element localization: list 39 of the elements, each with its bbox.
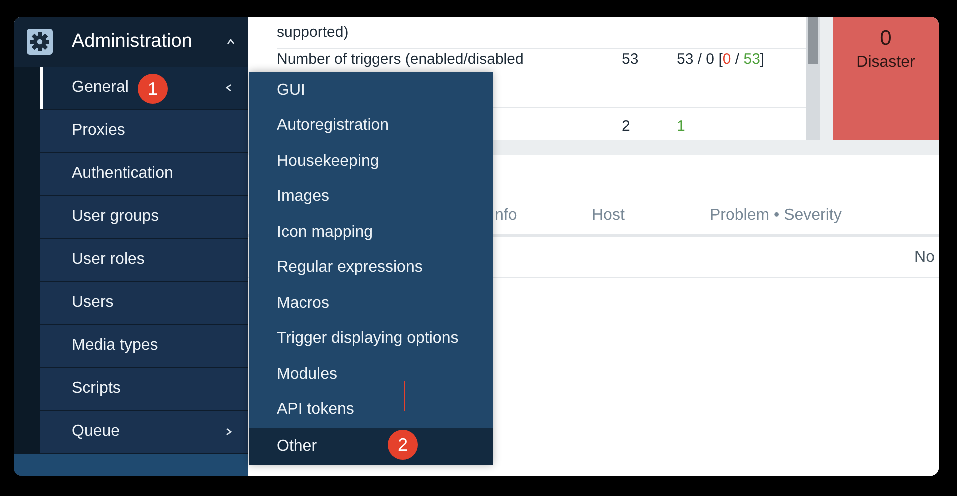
table-cell-text: Number of triggers (enabled/disabled (277, 51, 525, 68)
step-badge: 2 (388, 430, 418, 460)
section-title: Administration (72, 31, 194, 53)
menu-item[interactable]: Proxies (40, 110, 248, 153)
column-header[interactable]: Host (592, 207, 710, 225)
submenu-item[interactable]: Icon mapping (249, 215, 493, 250)
table-cell-text: 53 (622, 51, 640, 68)
submenu-item[interactable]: Regular expressions (249, 250, 493, 286)
menu-item[interactable]: Users (40, 282, 248, 325)
menu-item[interactable]: User groups (40, 196, 248, 239)
section-header[interactable]: Administration (14, 17, 248, 67)
severity-label: Disaster (856, 54, 916, 72)
severity-count: 0 (879, 27, 893, 51)
menu-item[interactable]: Authentication (40, 153, 248, 196)
settings-icon (27, 29, 53, 55)
table-cell-text: supported) (277, 24, 350, 41)
submenu-item[interactable]: Macros (249, 286, 493, 322)
table-cell: 1 (677, 118, 686, 135)
step-badge: 1 (138, 74, 168, 104)
table-message: No (914, 249, 935, 267)
submenu-item[interactable]: Housekeeping (249, 144, 493, 180)
submenu-item[interactable]: Autoregistration (249, 108, 493, 144)
submenu-item[interactable]: GUI (249, 73, 493, 108)
table-cell-text: 2 (622, 118, 632, 135)
menu-item[interactable]: User roles (40, 239, 248, 282)
submenu-item[interactable]: Trigger displaying options (249, 322, 493, 357)
scrollbar-thumb[interactable] (808, 17, 818, 64)
submenu-item[interactable]: Modules (249, 357, 493, 392)
annotation-line (404, 381, 405, 411)
submenu-item[interactable]: Other 2 (249, 428, 493, 465)
submenu-item[interactable]: API tokens (249, 392, 493, 428)
menu-item[interactable]: Scripts (40, 368, 248, 411)
table-cell: 53 / 0 [0 / 53] (677, 51, 765, 68)
submenu-item[interactable]: Images (249, 180, 493, 215)
menu-item[interactable]: Queue (40, 411, 248, 454)
menu-item[interactable]: General 1 (40, 67, 248, 110)
menu-item[interactable]: Media types (40, 325, 248, 368)
column-header[interactable]: Problem • Severity (710, 207, 842, 225)
column-header[interactable]: nfo (495, 207, 592, 225)
